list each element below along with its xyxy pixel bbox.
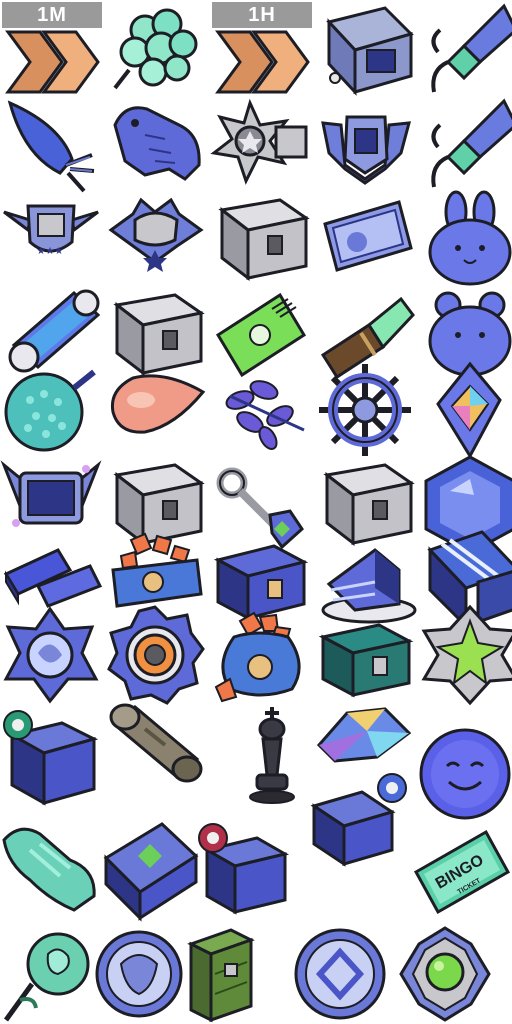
carrot-icon xyxy=(0,95,102,195)
teardrop-icon xyxy=(105,360,207,460)
tiger-statue-icon xyxy=(105,95,207,195)
green-orb-crown-icon xyxy=(395,924,497,1024)
rainbow-gem-badge-icon xyxy=(420,360,512,460)
silver-chest-icon xyxy=(210,190,312,290)
gear-ring-icon xyxy=(105,605,207,705)
rose-bouquet-icon xyxy=(105,0,207,100)
ship-wheel-icon xyxy=(315,360,417,460)
rune-cube-icon xyxy=(310,772,412,872)
star-emblem-icon xyxy=(210,95,312,195)
svg-text:★★★: ★★★ xyxy=(37,246,64,257)
orchid-flower-icon xyxy=(210,360,312,460)
bunny-plush-icon xyxy=(420,190,512,290)
rune-cube-icon xyxy=(195,820,297,920)
coin-sack-icon xyxy=(210,605,312,705)
green-claw-icon xyxy=(0,820,102,920)
helmet-crest-icon xyxy=(105,190,207,290)
mystery-cube-icon xyxy=(0,705,102,806)
firework-rocket-icon xyxy=(420,0,512,100)
firework-rocket-icon xyxy=(420,95,512,195)
item-icon-sheet: 1M 1H ★★★ BINGO TICKET xyxy=(0,0,512,1024)
ticket-icon xyxy=(315,190,417,290)
spiky-ball-icon xyxy=(0,360,102,460)
treasure-machine-icon xyxy=(315,0,417,100)
smile-coin-icon xyxy=(415,728,512,830)
metal-barrel-icon xyxy=(105,703,207,805)
diamond-coin-icon xyxy=(290,924,392,1024)
winged-shield-icon xyxy=(315,95,417,195)
green-crate-icon xyxy=(185,924,287,1024)
winged-crest-icon: ★★★ xyxy=(0,190,102,290)
green-rose-icon xyxy=(0,924,102,1024)
speedup-1m-icon: 1M xyxy=(0,0,102,100)
teal-chest-icon xyxy=(315,605,417,705)
green-star-gem-icon xyxy=(420,604,512,706)
bingo-ticket-icon: BINGO TICKET xyxy=(410,828,512,928)
mystery-cube-icon xyxy=(100,820,202,922)
lion-medallion-icon xyxy=(95,924,197,1024)
ornate-medal-icon xyxy=(0,605,102,705)
speedup-1h-icon: 1H xyxy=(210,0,312,100)
